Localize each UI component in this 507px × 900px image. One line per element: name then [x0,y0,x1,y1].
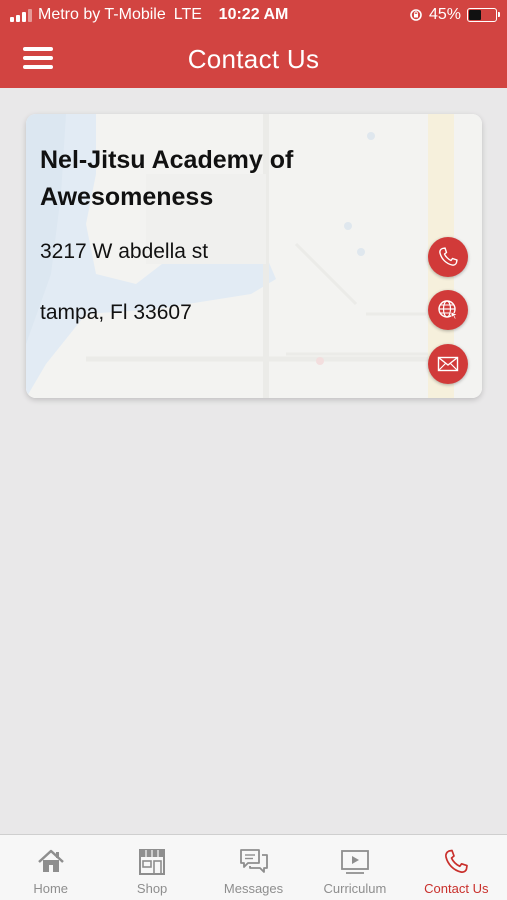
tab-curriculum[interactable]: Curriculum [304,835,405,900]
battery-icon [467,8,500,22]
tab-shop[interactable]: Shop [101,835,202,900]
tab-contact-us[interactable]: Contact Us [406,835,507,900]
curriculum-icon [341,850,369,874]
website-button[interactable] [428,290,468,330]
network-type: LTE [173,6,202,23]
address-line-2: tampa, Fl 33607 [40,301,192,324]
globe-icon [438,300,458,320]
mail-icon [437,356,459,372]
tab-label: Home [33,881,69,896]
tab-label: Shop [136,881,168,896]
tab-home[interactable]: Home [0,835,101,900]
tab-label: Curriculum [323,881,387,896]
business-name: Nel-Jitsu Academy of Awesomeness [40,146,294,211]
tab-label: Contact Us [424,881,489,896]
menu-icon[interactable] [23,47,53,69]
home-icon [37,849,64,872]
call-button[interactable] [428,237,468,277]
signal-strength-icon [10,8,32,22]
address-line-1: 3217 W abdella st [40,240,209,263]
tab-bar: Home Shop Messages Curriculum Contact Us [0,834,507,900]
nav-bar: Contact Us [0,30,507,88]
tab-label: Messages [223,881,284,896]
orientation-lock-icon [410,9,422,21]
battery-fill [469,10,481,20]
page-title: Contact Us [187,43,320,74]
carrier-name: Metro by T-Mobile [38,6,166,23]
messages-icon [239,849,268,873]
tab-messages[interactable]: Messages [203,835,304,900]
status-bar: Metro by T-Mobile LTE 10:22 AM 45% [0,0,507,30]
battery-percent: 45% [428,6,461,23]
contact-card: Nel-Jitsu Academy of Awesomeness 3217 W … [26,114,482,398]
phone-icon [445,849,469,873]
email-button[interactable] [428,344,468,384]
shop-icon [139,849,166,875]
phone-icon [439,247,458,266]
